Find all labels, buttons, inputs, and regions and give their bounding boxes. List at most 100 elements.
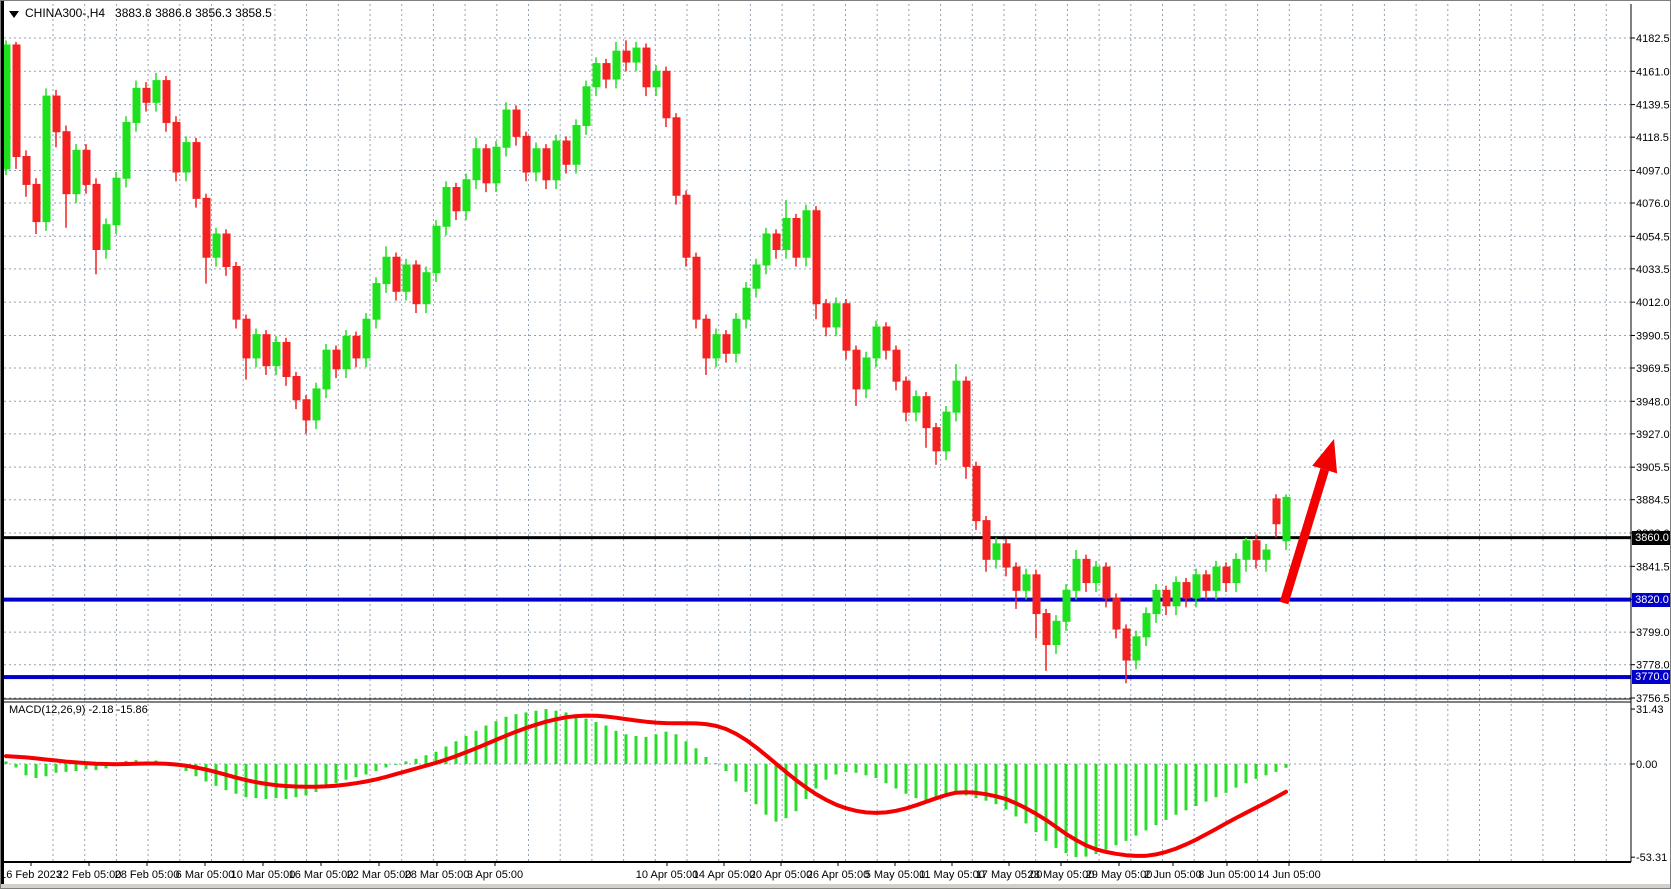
bearish-candle bbox=[93, 184, 100, 249]
bearish-candle bbox=[243, 319, 250, 358]
bearish-candle bbox=[793, 218, 800, 257]
trend-arrow-head[interactable] bbox=[1312, 439, 1337, 473]
bullish-candle bbox=[1213, 567, 1220, 590]
bearish-candle bbox=[1033, 575, 1040, 614]
bearish-candle bbox=[193, 143, 200, 199]
bearish-candle bbox=[453, 188, 460, 211]
bearish-candle bbox=[333, 350, 340, 369]
bearish-candle bbox=[1203, 575, 1210, 590]
bullish-candle bbox=[73, 150, 80, 193]
bullish-candle bbox=[1283, 497, 1290, 540]
price-axis-label: 4182.5 bbox=[1636, 33, 1670, 45]
bearish-candle bbox=[643, 48, 650, 87]
bullish-candle bbox=[583, 87, 590, 126]
bearish-candle bbox=[483, 149, 490, 183]
bullish-candle bbox=[43, 96, 50, 221]
bullish-candle bbox=[953, 381, 960, 412]
bearish-candle bbox=[663, 71, 670, 117]
bearish-candle bbox=[173, 122, 180, 172]
bullish-candle bbox=[593, 64, 600, 87]
bearish-candle bbox=[23, 157, 30, 185]
horizontal-level-line[interactable] bbox=[4, 675, 1631, 679]
bearish-candle bbox=[143, 88, 150, 102]
bearish-candle bbox=[683, 195, 690, 257]
bullish-candle bbox=[443, 188, 450, 227]
bullish-candle bbox=[433, 226, 440, 272]
bullish-candle bbox=[1063, 590, 1070, 621]
bullish-candle bbox=[913, 397, 920, 412]
price-axis-label: 3927.0 bbox=[1636, 429, 1670, 441]
price-axis-label: 4097.0 bbox=[1636, 165, 1670, 177]
bullish-candle bbox=[763, 234, 770, 265]
bullish-candle bbox=[733, 319, 740, 353]
bullish-candle bbox=[1093, 567, 1100, 582]
bearish-candle bbox=[963, 381, 970, 466]
time-axis-label: 14 Jun 05:00 bbox=[1257, 869, 1321, 881]
bearish-candle bbox=[543, 149, 550, 180]
bearish-candle bbox=[563, 141, 570, 164]
time-axis-label: 26 Apr 05:00 bbox=[807, 869, 869, 881]
chart-dropdown-icon[interactable] bbox=[9, 11, 19, 18]
time-axis-label: 2 Jun 05:00 bbox=[1144, 869, 1202, 881]
bearish-candle bbox=[413, 265, 420, 304]
bullish-candle bbox=[1073, 559, 1080, 590]
bearish-candle bbox=[973, 466, 980, 520]
bullish-candle bbox=[113, 178, 120, 224]
bearish-candle bbox=[33, 184, 40, 221]
bearish-candle bbox=[393, 257, 400, 291]
bullish-candle bbox=[253, 335, 260, 358]
bearish-candle bbox=[1043, 614, 1050, 645]
macd-signal-line bbox=[6, 716, 1286, 856]
support2-price-badge[interactable]: 3770.0 bbox=[1632, 670, 1671, 684]
bullish-candle bbox=[1133, 637, 1140, 660]
bullish-candle bbox=[533, 149, 540, 172]
horizontal-level-line[interactable] bbox=[4, 598, 1631, 602]
bullish-candle bbox=[873, 327, 880, 358]
bearish-candle bbox=[163, 81, 170, 123]
bullish-candle bbox=[213, 234, 220, 257]
chart-canvas[interactable]: 4182.54161.04139.54118.54097.04076.04054… bbox=[1, 1, 1671, 889]
bearish-candle bbox=[283, 342, 290, 376]
bullish-candle bbox=[1243, 541, 1250, 560]
bullish-candle bbox=[3, 45, 10, 169]
bearish-candle bbox=[723, 335, 730, 354]
bullish-candle bbox=[1053, 621, 1060, 644]
time-axis-label: 5 May 05:00 bbox=[865, 869, 926, 881]
bullish-candle bbox=[403, 265, 410, 291]
price-axis-label: 4161.0 bbox=[1636, 66, 1670, 78]
bearish-candle bbox=[13, 45, 20, 157]
macd-axis-label: 31.43 bbox=[1636, 704, 1664, 716]
macd-axis-label: -53.31 bbox=[1636, 852, 1667, 864]
bullish-candle bbox=[383, 257, 390, 283]
price-axis-label: 3799.0 bbox=[1636, 627, 1670, 639]
bullish-candle bbox=[743, 288, 750, 319]
bearish-candle bbox=[233, 267, 240, 320]
time-axis-label: 14 Apr 05:00 bbox=[693, 869, 755, 881]
bearish-candle bbox=[603, 64, 610, 79]
price-axis-label: 3884.5 bbox=[1636, 495, 1670, 507]
bullish-candle bbox=[1143, 614, 1150, 637]
bullish-candle bbox=[1263, 550, 1270, 559]
price-axis-label: 4076.0 bbox=[1636, 198, 1670, 210]
bullish-candle bbox=[553, 141, 560, 180]
horizontal-level-line[interactable] bbox=[4, 536, 1631, 539]
bearish-candle bbox=[623, 51, 630, 62]
bearish-candle bbox=[303, 400, 310, 420]
resistance-price-badge[interactable]: 3860.0 bbox=[1632, 531, 1671, 545]
bullish-candle bbox=[123, 122, 130, 178]
bullish-candle bbox=[573, 126, 580, 165]
bearish-candle bbox=[223, 234, 230, 267]
price-axis-label: 4118.5 bbox=[1636, 132, 1669, 144]
support1-price-badge[interactable]: 3820.0 bbox=[1632, 593, 1671, 607]
bullish-candle bbox=[753, 265, 760, 288]
bearish-candle bbox=[293, 377, 300, 400]
bearish-candle bbox=[933, 428, 940, 451]
bullish-candle bbox=[323, 350, 330, 389]
bearish-candle bbox=[853, 350, 860, 389]
bearish-candle bbox=[673, 118, 680, 195]
bullish-candle bbox=[493, 147, 500, 183]
time-axis-label: 10 Mar 05:00 bbox=[231, 869, 296, 881]
bullish-candle bbox=[1153, 590, 1160, 613]
bearish-candle bbox=[1163, 590, 1170, 605]
bearish-candle bbox=[353, 336, 360, 358]
